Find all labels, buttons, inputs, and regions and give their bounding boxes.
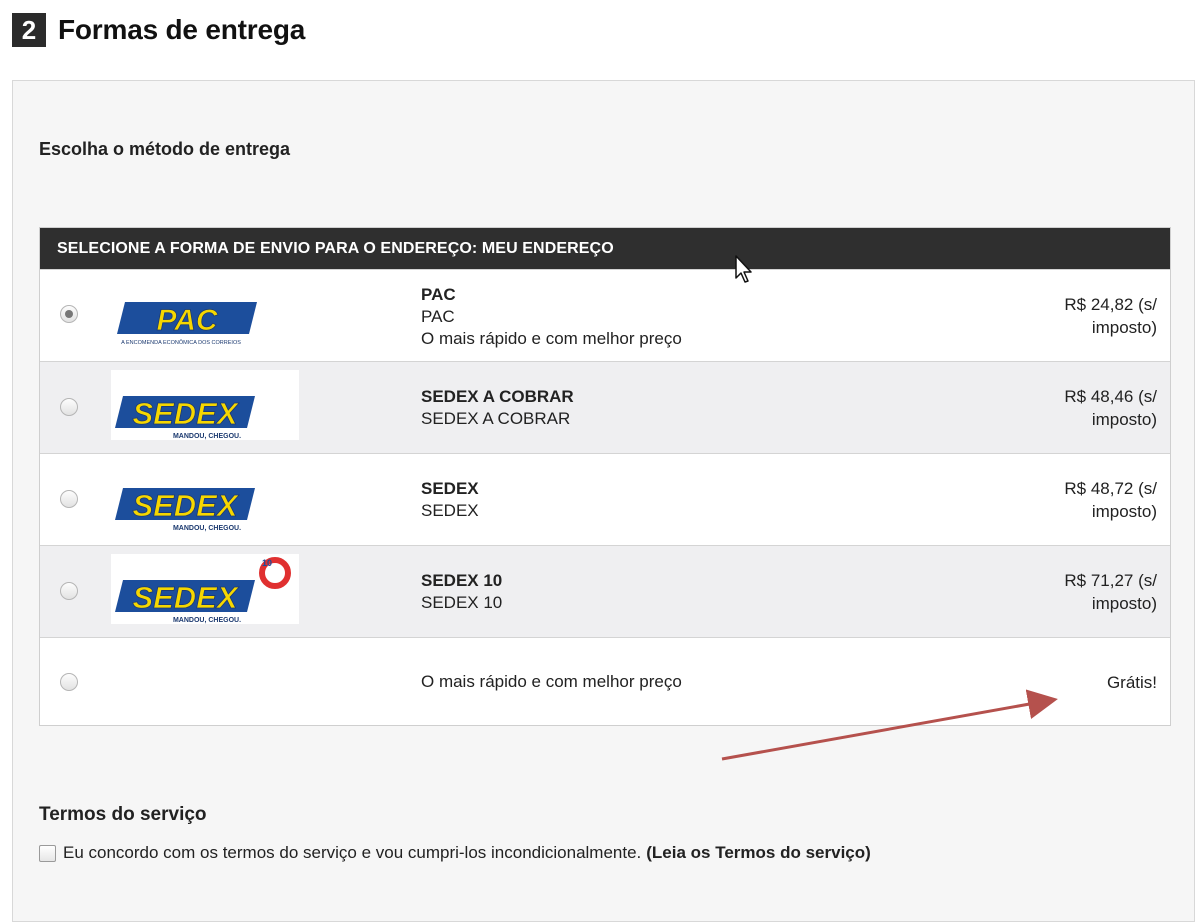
mouse-cursor-icon [735,255,752,283]
shipping-radio-sedex-a-cobrar[interactable] [60,398,78,416]
terms-agree-text: Eu concordo com os termos do serviço e v… [63,843,642,862]
shipping-radio-pac[interactable] [60,305,78,323]
shipping-radio-sedex-10[interactable] [60,582,78,600]
shipping-subname: SEDEX [421,501,479,520]
shipping-option-sedex[interactable]: SEDEX MANDOU, CHEGOU. SEDEX SEDEX R$ 48,… [40,453,1170,545]
shipping-name: SEDEX A COBRAR [421,387,574,406]
terms-agreement: Eu concordo com os termos do serviço e v… [39,843,871,863]
shipping-option-free[interactable]: O mais rápido e com melhor preço Grátis! [40,637,1170,725]
sedex-logo: SEDEX MANDOU, CHEGOU. [111,370,299,440]
shipping-table-header: SELECIONE A FORMA DE ENVIO PARA O ENDERE… [40,228,1170,269]
shipping-subname: SEDEX 10 [421,593,503,612]
shipping-price-sedex-10: R$ 71,27 (s/ imposto) [1064,571,1157,613]
terms-title: Termos do serviço [39,804,207,825]
svg-text:SEDEX: SEDEX [132,396,239,431]
shipping-option-pac[interactable]: PAC A ENCOMENDA ECONÔMICA DOS CORREIOS P… [40,269,1170,361]
shipping-name: SEDEX 10 [421,571,503,590]
svg-text:MANDOU, CHEGOU.: MANDOU, CHEGOU. [173,525,241,532]
shipping-description: O mais rápido e com melhor preço [421,329,682,348]
sedex-logo: SEDEX MANDOU, CHEGOU. [111,462,299,532]
pac-logo: PAC A ENCOMENDA ECONÔMICA DOS CORREIOS [111,278,299,348]
svg-text:SEDEX: SEDEX [132,488,239,523]
shipping-subname: SEDEX A COBRAR [421,409,571,428]
shipping-radio-free[interactable] [60,673,78,691]
shipping-price-free: Grátis! [1106,673,1157,692]
choose-method-title: Escolha o método de entrega [39,139,291,159]
step-number-badge: 2 [12,13,46,47]
section-title: Formas de entrega [58,14,306,45]
shipping-option-sedex-10[interactable]: SEDEX MANDOU, CHEGOU. 10 SEDEX 10 SEDEX … [40,545,1170,637]
shipping-price-pac: R$ 24,82 (s/ imposto) [1064,295,1157,337]
section-header: 2 Formas de entrega [12,12,305,48]
shipping-panel: Escolha o método de entrega SELECIONE A … [12,80,1195,922]
shipping-name: SEDEX [421,479,479,498]
shipping-options-table: SELECIONE A FORMA DE ENVIO PARA O ENDERE… [39,227,1171,726]
svg-text:10: 10 [262,558,272,568]
svg-text:A ENCOMENDA ECONÔMICA DOS CORR: A ENCOMENDA ECONÔMICA DOS CORREIOS [121,339,241,346]
shipping-info-pac: PAC PAC O mais rápido e com melhor preço [421,284,682,350]
svg-text:MANDOU, CHEGOU.: MANDOU, CHEGOU. [173,617,241,624]
shipping-option-sedex-a-cobrar[interactable]: SEDEX MANDOU, CHEGOU. SEDEX A COBRAR SED… [40,361,1170,453]
svg-text:MANDOU, CHEGOU.: MANDOU, CHEGOU. [173,433,241,440]
shipping-name: PAC [421,285,456,304]
shipping-info-sedex-a-cobrar: SEDEX A COBRAR SEDEX A COBRAR [421,386,574,430]
shipping-info-sedex-10: SEDEX 10 SEDEX 10 [421,570,502,614]
shipping-description: O mais rápido e com melhor preço [421,672,682,691]
sedex-10-logo: SEDEX MANDOU, CHEGOU. 10 [111,554,299,624]
shipping-subname: PAC [421,307,455,326]
svg-text:SEDEX: SEDEX [132,580,239,615]
shipping-radio-sedex[interactable] [60,490,78,508]
svg-text:PAC: PAC [156,304,218,337]
shipping-info-free: O mais rápido e com melhor preço [421,671,682,693]
terms-checkbox[interactable] [39,844,56,862]
terms-link[interactable]: (Leia os Termos do serviço) [646,843,871,863]
shipping-info-sedex: SEDEX SEDEX [421,478,479,522]
shipping-price-sedex-a-cobrar: R$ 48,46 (s/ imposto) [1064,387,1157,429]
shipping-price-sedex: R$ 48,72 (s/ imposto) [1064,479,1157,521]
